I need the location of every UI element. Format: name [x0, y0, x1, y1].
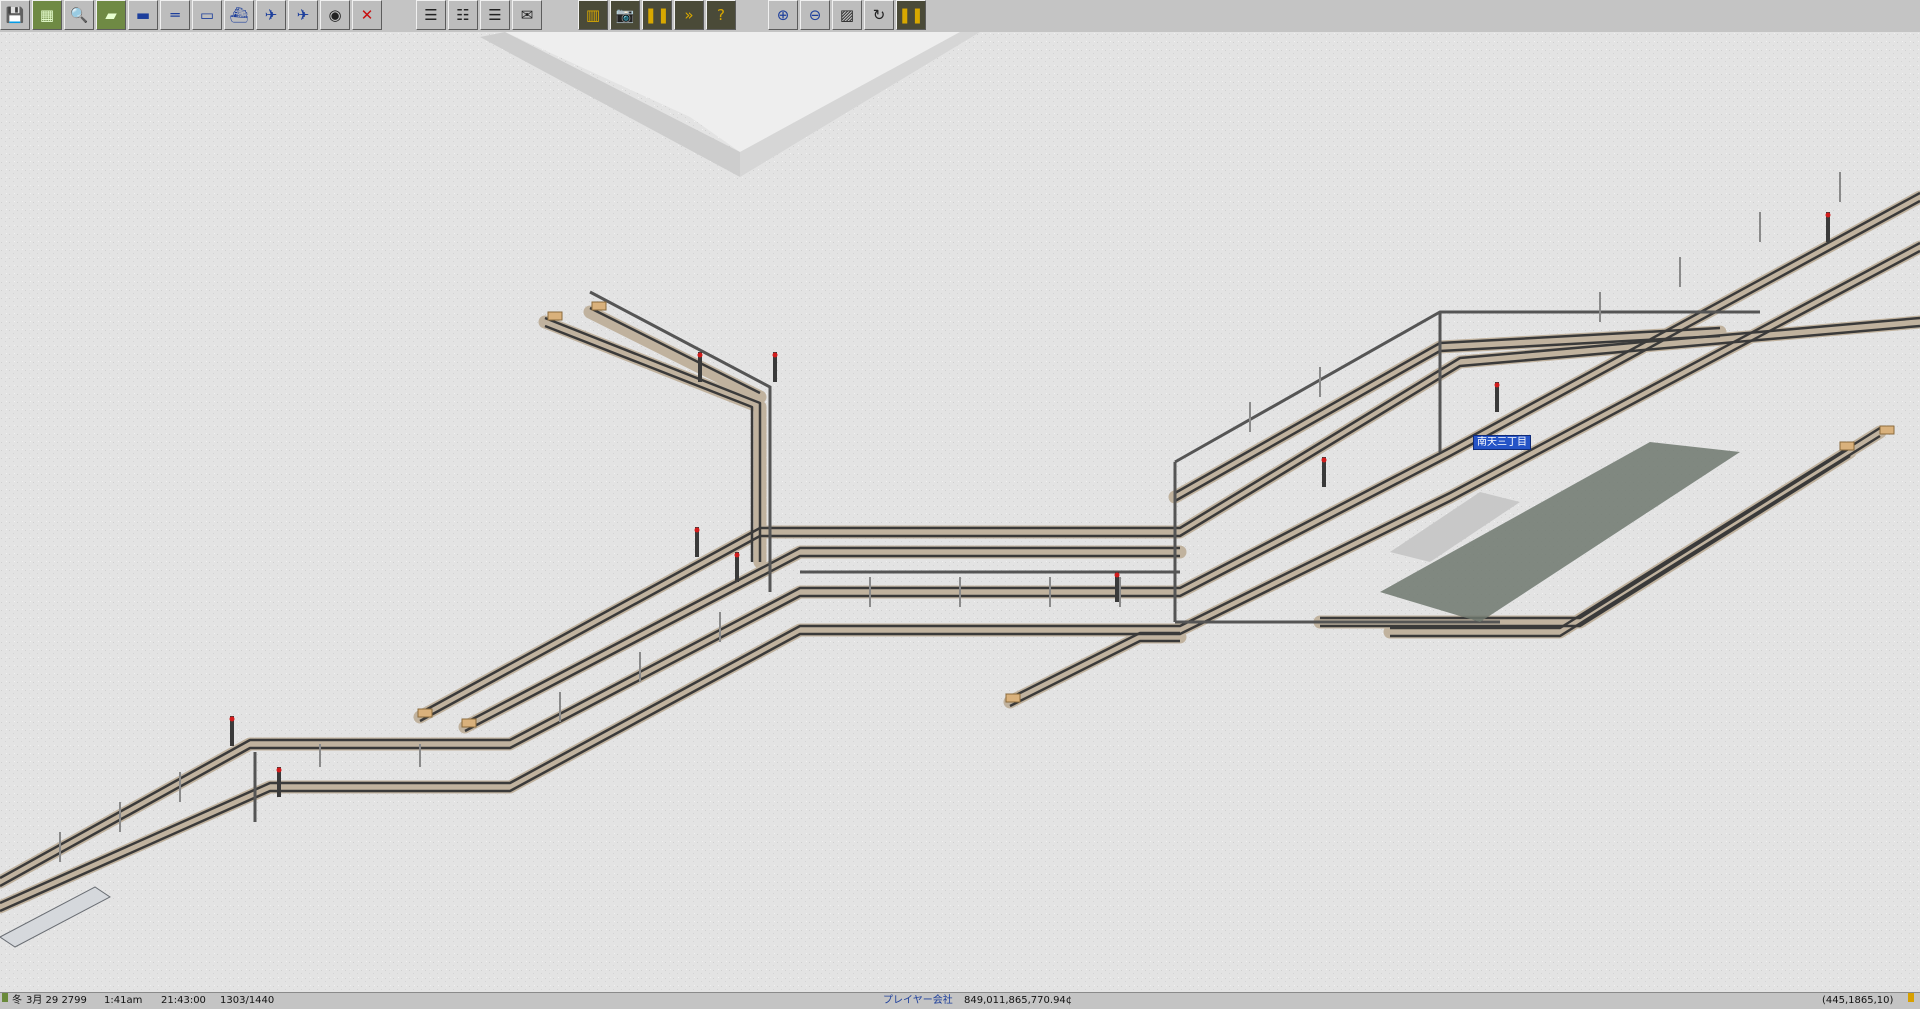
player-company-label: プレイヤー会社: [883, 995, 953, 1006]
rail-tools-icon: ▬: [135, 5, 151, 24]
rotate-icon: ↻: [872, 5, 886, 24]
status-bar: 冬 3月 29 2799 1:41am 21:43:00 1303/1440 プ…: [0, 992, 1920, 1009]
finance-list-icon: ☰: [488, 5, 502, 24]
money-label: 849,011,865,770.94¢: [964, 995, 1073, 1006]
map-overview-button[interactable]: ▦: [32, 0, 62, 30]
zoom-in-button[interactable]: ⊕: [768, 0, 798, 30]
help-icon: ?: [717, 5, 725, 24]
vehicle-list-button[interactable]: ☷: [448, 0, 478, 30]
magnifier-icon: 🔍: [69, 5, 89, 24]
vehicle-list-icon: ☷: [456, 5, 470, 24]
rail-tools-button[interactable]: ▬: [128, 0, 158, 30]
road-tools-button[interactable]: ═: [160, 0, 190, 30]
line-list-icon: ☰: [424, 5, 438, 24]
fast-forward-icon: »: [684, 5, 694, 24]
aircraft-tools-icon: ✈: [264, 5, 278, 24]
zoom-out-button[interactable]: ⊖: [800, 0, 830, 30]
date-label: 3月 29 2799: [26, 995, 87, 1006]
airport-tools-icon: ✈: [296, 5, 310, 24]
grid-button[interactable]: ▨: [832, 0, 862, 30]
save-icon: 💾: [5, 5, 25, 24]
remove-button[interactable]: ✕: [352, 0, 382, 30]
ship-tools-button[interactable]: ⛴: [224, 0, 254, 30]
save-button[interactable]: 💾: [0, 0, 30, 30]
map-canvas[interactable]: [0, 32, 1920, 992]
monorail-tools-icon: ▭: [199, 5, 215, 24]
time-label: 1:41am: [104, 995, 143, 1006]
finance-list-button[interactable]: ☰: [480, 0, 510, 30]
rotate-button[interactable]: ↻: [864, 0, 894, 30]
pause-button[interactable]: ❚❚: [642, 0, 672, 30]
depot-button[interactable]: ▥: [578, 0, 608, 30]
line-list-button[interactable]: ☰: [416, 0, 446, 30]
pause-button[interactable]: ❚❚: [896, 0, 926, 30]
terrain-button[interactable]: ▰: [96, 0, 126, 30]
frame-rate-label: 1303/1440: [220, 995, 275, 1006]
help-button[interactable]: ?: [706, 0, 736, 30]
messages-icon: ✉: [520, 5, 534, 24]
special-build-icon: ◉: [328, 5, 342, 24]
zoom-out-icon: ⊖: [808, 5, 822, 24]
remove-icon: ✕: [360, 5, 374, 24]
snow-season-icon: [2, 993, 8, 1002]
pause-icon: ❚❚: [644, 5, 670, 24]
screenshot-icon: 📷: [615, 5, 635, 24]
season-label: 冬: [12, 995, 22, 1006]
cursor-coords-label: (445,1865,10): [1822, 995, 1894, 1006]
grid-icon: ▨: [839, 5, 855, 24]
main-toolbar: 💾 ▦ 🔍 ▰ ▬ ═ ▭ ⛴ ✈ ✈ ◉ ✕ ☰ ☷ ☰ ✉ ▥ 📷 ❚❚ »? ⊕ ⊖ ▨ ↻ ❚❚: [0, 0, 1920, 33]
special-build-button[interactable]: ◉: [320, 0, 350, 30]
monorail-tools-button[interactable]: ▭: [192, 0, 222, 30]
airport-tools-button[interactable]: ✈: [288, 0, 318, 30]
messages-button[interactable]: ✉: [512, 0, 542, 30]
ship-tools-icon: ⛴: [229, 5, 249, 24]
network-status-icon: [1908, 993, 1914, 1002]
pause-icon-2: ❚❚: [898, 5, 924, 24]
map-overview-icon: ▦: [39, 5, 55, 24]
screenshot-button[interactable]: 📷: [610, 0, 640, 30]
zoom-in-icon: ⊕: [776, 5, 790, 24]
aircraft-tools-button[interactable]: ✈: [256, 0, 286, 30]
road-tools-icon: ═: [170, 5, 180, 24]
game-map-view[interactable]: 南天三丁目: [0, 32, 1920, 992]
fast-forward-button[interactable]: »: [674, 0, 704, 30]
terrain-icon: ▰: [105, 5, 117, 24]
magnifier-button[interactable]: 🔍: [64, 0, 94, 30]
depot-icon: ▥: [585, 5, 601, 24]
ticks-label: 21:43:00: [161, 995, 206, 1006]
station-name-label[interactable]: 南天三丁目: [1473, 435, 1531, 450]
